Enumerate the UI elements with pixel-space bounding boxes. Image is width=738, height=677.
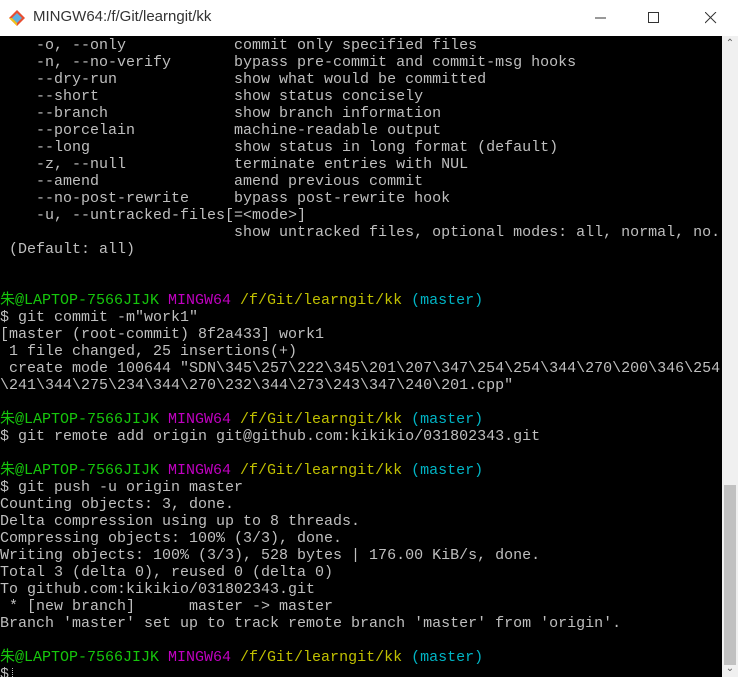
terminal-text: Counting objects: 3, done. — [0, 496, 235, 513]
scroll-up-icon[interactable]: ⌃ — [722, 36, 738, 52]
terminal-text: [master (root-commit) 8f2a433] work1 — [0, 326, 325, 343]
close-button[interactable] — [688, 0, 734, 36]
terminal-text: --long show status in long format (defau… — [0, 139, 559, 156]
terminal-line: --porcelain machine-readable output — [0, 122, 441, 139]
terminal-line: Compressing objects: 100% (3/3), done. — [0, 530, 342, 547]
terminal-text: Delta compression using up to 8 threads. — [0, 513, 361, 530]
terminal-text: -z, --null terminate entries with NUL — [0, 156, 469, 173]
terminal-line: Total 3 (delta 0), reused 0 (delta 0) — [0, 564, 333, 581]
maximize-icon — [648, 12, 659, 23]
prompt-segment-yellow: /f/Git/learngit/kk — [240, 292, 412, 309]
terminal-text: $ git remote add origin git@github.com:k… — [0, 428, 541, 445]
terminal-line: --dry-run show what would be committed — [0, 71, 486, 88]
terminal-line: 朱@LAPTOP-7566JIJK MINGW64 /f/Git/learngi… — [0, 292, 483, 309]
text-cursor — [12, 667, 14, 677]
terminal-text: \241\344\275\234\344\270\232\344\273\243… — [0, 377, 514, 394]
prompt-segment-cyan: (master) — [411, 649, 484, 666]
prompt-segment-cyan: (master) — [411, 411, 484, 428]
prompt-segment-magenta: MINGW64 — [168, 292, 241, 309]
terminal-line: --long show status in long format (defau… — [0, 139, 558, 156]
terminal-line: 朱@LAPTOP-7566JIJK MINGW64 /f/Git/learngi… — [0, 462, 483, 479]
git-bash-icon — [9, 10, 25, 26]
terminal-text: --no-post-rewrite bypass post-rewrite ho… — [0, 190, 451, 207]
prompt-segment-green: 朱@LAPTOP-7566JIJK — [0, 649, 169, 666]
terminal-text: --branch show branch information — [0, 105, 442, 122]
title-bar: MINGW64:/f/Git/learngit/kk — [0, 0, 738, 36]
terminal-line: 朱@LAPTOP-7566JIJK MINGW64 /f/Git/learngi… — [0, 649, 483, 666]
terminal-line: create mode 100644 "SDN\345\257\222\345\… — [0, 360, 720, 377]
terminal-text: create mode 100644 "SDN\345\257\222\345\… — [0, 360, 721, 377]
terminal-line: Counting objects: 3, done. — [0, 496, 234, 513]
terminal-line: To github.com:kikikio/031802343.git — [0, 581, 315, 598]
terminal-text: --amend amend previous commit — [0, 173, 424, 190]
terminal-text: --short show status concisely — [0, 88, 424, 105]
terminal-line: 1 file changed, 25 insertions(+) — [0, 343, 297, 360]
terminal-line: --short show status concisely — [0, 88, 423, 105]
terminal-line: Writing objects: 100% (3/3), 528 bytes |… — [0, 547, 540, 564]
terminal-text: Writing objects: 100% (3/3), 528 bytes |… — [0, 547, 541, 564]
terminal-text: -o, --only commit only specified files — [0, 37, 478, 54]
terminal-line: [master (root-commit) 8f2a433] work1 — [0, 326, 324, 343]
terminal-line: show untracked files, optional modes: al… — [0, 224, 720, 241]
scrollbar[interactable]: ⌃ ⌄ — [722, 36, 738, 677]
terminal-text: --dry-run show what would be committed — [0, 71, 487, 88]
terminal-line: * [new branch] master -> master — [0, 598, 333, 615]
terminal-line: $ git remote add origin git@github.com:k… — [0, 428, 540, 445]
terminal-text: To github.com:kikikio/031802343.git — [0, 581, 316, 598]
terminal-line: (Default: all) — [0, 241, 135, 258]
terminal-line: --branch show branch information — [0, 105, 441, 122]
terminal-line: Delta compression using up to 8 threads. — [0, 513, 360, 530]
terminal-line: -u, --untracked-files[=<mode>] — [0, 207, 306, 224]
prompt-segment-cyan: (master) — [411, 462, 484, 479]
terminal-text: --porcelain machine-readable output — [0, 122, 442, 139]
terminal-text: * [new branch] master -> master — [0, 598, 334, 615]
terminal-line: -z, --null terminate entries with NUL — [0, 156, 468, 173]
scroll-down-icon[interactable]: ⌄ — [722, 661, 738, 677]
terminal-line: $ git push -u origin master — [0, 479, 243, 496]
prompt-segment-yellow: /f/Git/learngit/kk — [240, 462, 412, 479]
prompt-segment-yellow: /f/Git/learngit/kk — [240, 411, 412, 428]
terminal-text: 1 file changed, 25 insertions(+) — [0, 343, 298, 360]
prompt-segment-magenta: MINGW64 — [168, 462, 241, 479]
terminal-line: --no-post-rewrite bypass post-rewrite ho… — [0, 190, 450, 207]
terminal-text: Total 3 (delta 0), reused 0 (delta 0) — [0, 564, 334, 581]
terminal-text: -n, --no-verify bypass pre-commit and co… — [0, 54, 577, 71]
terminal-line: Branch 'master' set up to track remote b… — [0, 615, 621, 632]
prompt-segment-magenta: MINGW64 — [168, 649, 241, 666]
prompt-segment-yellow: /f/Git/learngit/kk — [240, 649, 412, 666]
window-title: MINGW64:/f/Git/learngit/kk — [33, 8, 212, 25]
terminal-line: 朱@LAPTOP-7566JIJK MINGW64 /f/Git/learngi… — [0, 411, 483, 428]
maximize-button[interactable] — [631, 0, 677, 36]
terminal-line: -o, --only commit only specified files — [0, 37, 477, 54]
terminal-text: $ — [0, 666, 10, 677]
terminal-line: -n, --no-verify bypass pre-commit and co… — [0, 54, 576, 71]
terminal-line: $ git commit -m"work1" — [0, 309, 198, 326]
terminal-text: Branch 'master' set up to track remote b… — [0, 615, 622, 632]
minimize-button[interactable] — [578, 0, 624, 36]
terminal-text: $ git commit -m"work1" — [0, 309, 199, 326]
minimize-icon — [595, 17, 606, 19]
scrollbar-thumb[interactable] — [724, 485, 736, 665]
terminal-text: show untracked files, optional modes: al… — [0, 224, 721, 241]
prompt-segment-green: 朱@LAPTOP-7566JIJK — [0, 292, 169, 309]
prompt-segment-green: 朱@LAPTOP-7566JIJK — [0, 462, 169, 479]
terminal-text: -u, --untracked-files[=<mode>] — [0, 207, 307, 224]
terminal-text: (Default: all) — [0, 241, 136, 258]
terminal-line: $ — [0, 666, 14, 677]
terminal-text: Compressing objects: 100% (3/3), done. — [0, 530, 343, 547]
prompt-segment-green: 朱@LAPTOP-7566JIJK — [0, 411, 169, 428]
terminal-line: --amend amend previous commit — [0, 173, 423, 190]
prompt-segment-cyan: (master) — [411, 292, 484, 309]
prompt-segment-magenta: MINGW64 — [168, 411, 241, 428]
terminal-output[interactable]: -o, --only commit only specified files -… — [0, 36, 722, 677]
terminal-line: \241\344\275\234\344\270\232\344\273\243… — [0, 377, 513, 394]
close-icon — [705, 12, 717, 24]
terminal-text: $ git push -u origin master — [0, 479, 244, 496]
